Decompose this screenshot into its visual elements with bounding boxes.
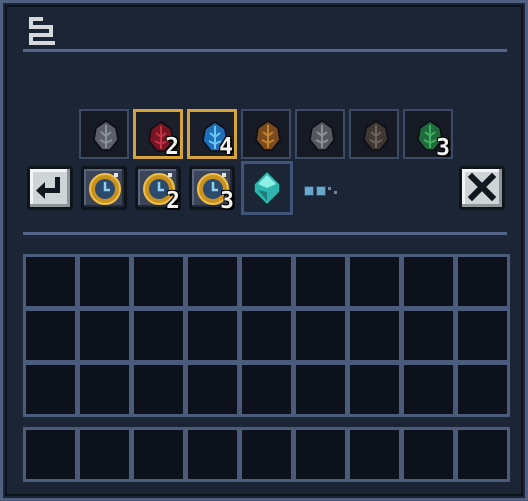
timer-slot[interactable]: 3 — [189, 166, 235, 214]
ingredient-slot[interactable]: 2 — [133, 109, 183, 159]
progress-dot-filled — [316, 186, 326, 196]
inventory-slot[interactable] — [347, 362, 402, 417]
ingredient-quantity: 3 — [436, 135, 450, 161]
inventory-divider — [23, 232, 507, 235]
hotbar-slot[interactable] — [131, 427, 186, 482]
inventory-slot[interactable] — [239, 362, 294, 417]
inventory-slot[interactable] — [131, 254, 186, 309]
hotbar-slot[interactable] — [23, 427, 78, 482]
inventory-slot[interactable] — [455, 362, 510, 417]
hotbar-slot[interactable] — [293, 427, 348, 482]
ingredient-quantity: 4 — [219, 134, 233, 160]
back-button[interactable] — [27, 166, 73, 210]
cyan-gem-result-icon — [253, 170, 281, 206]
inventory-slot[interactable] — [347, 254, 402, 309]
inventory-slot[interactable] — [23, 308, 78, 363]
inventory-slot[interactable] — [401, 308, 456, 363]
inventory-slot[interactable] — [185, 308, 240, 363]
progress-dot-empty — [328, 187, 331, 190]
header-divider — [23, 49, 507, 52]
close-button[interactable] — [459, 166, 505, 210]
ingredient-slot[interactable] — [79, 109, 129, 159]
progress-dot-filled — [304, 186, 314, 196]
inventory-slot[interactable] — [455, 254, 510, 309]
inventory-slot[interactable] — [77, 308, 132, 363]
return-arrow-icon — [36, 177, 60, 199]
ingredient-slot[interactable] — [241, 109, 291, 159]
hotbar-slot[interactable] — [185, 427, 240, 482]
brown-seed-ingredient-icon — [255, 120, 281, 151]
gray-spiked-ingredient-icon — [93, 120, 119, 151]
inventory-slot[interactable] — [293, 308, 348, 363]
ingredient-slot[interactable]: 3 — [403, 109, 453, 161]
ingredient-slot[interactable] — [295, 109, 345, 159]
hotbar-slot[interactable] — [455, 427, 510, 482]
inventory-slot[interactable] — [185, 254, 240, 309]
result-slot[interactable] — [241, 161, 293, 215]
sort-menu-icon[interactable] — [25, 15, 59, 47]
hotbar-slot[interactable] — [401, 427, 456, 482]
inventory-slot[interactable] — [239, 254, 294, 309]
timer-slot[interactable] — [81, 166, 127, 210]
inventory-slot[interactable] — [77, 254, 132, 309]
inventory-slot[interactable] — [347, 308, 402, 363]
inventory-slot[interactable] — [455, 308, 510, 363]
inventory-slot[interactable] — [131, 308, 186, 363]
inventory-slot[interactable] — [77, 362, 132, 417]
dark-root-ingredient-icon — [363, 120, 389, 151]
inventory-slot[interactable] — [131, 362, 186, 417]
inventory-slot[interactable] — [401, 362, 456, 417]
timer-quantity: 3 — [220, 188, 234, 214]
inventory-slot[interactable] — [23, 254, 78, 309]
timer-quantity: 2 — [166, 188, 180, 214]
inventory-slot[interactable] — [239, 308, 294, 363]
inventory-slot[interactable] — [293, 254, 348, 309]
hotbar-slot[interactable] — [347, 427, 402, 482]
hotbar-slot[interactable] — [239, 427, 294, 482]
hotbar-slot[interactable] — [77, 427, 132, 482]
steel-shield-ingredient-icon — [309, 120, 335, 151]
ingredient-quantity: 2 — [165, 134, 179, 160]
crafting-panel: 2 4 3 2 3 — [0, 0, 528, 501]
inventory-slot[interactable] — [185, 362, 240, 417]
progress-dots — [304, 186, 350, 196]
inventory-slot[interactable] — [401, 254, 456, 309]
gold-timer-icon — [89, 173, 121, 205]
timer-slot[interactable]: 2 — [135, 166, 181, 214]
inventory-slot[interactable] — [23, 362, 78, 417]
inventory-slot[interactable] — [293, 362, 348, 417]
ingredient-slot[interactable]: 4 — [187, 109, 237, 159]
ingredient-slot[interactable] — [349, 109, 399, 159]
close-x-icon — [467, 172, 497, 202]
progress-dot-empty — [334, 191, 337, 194]
